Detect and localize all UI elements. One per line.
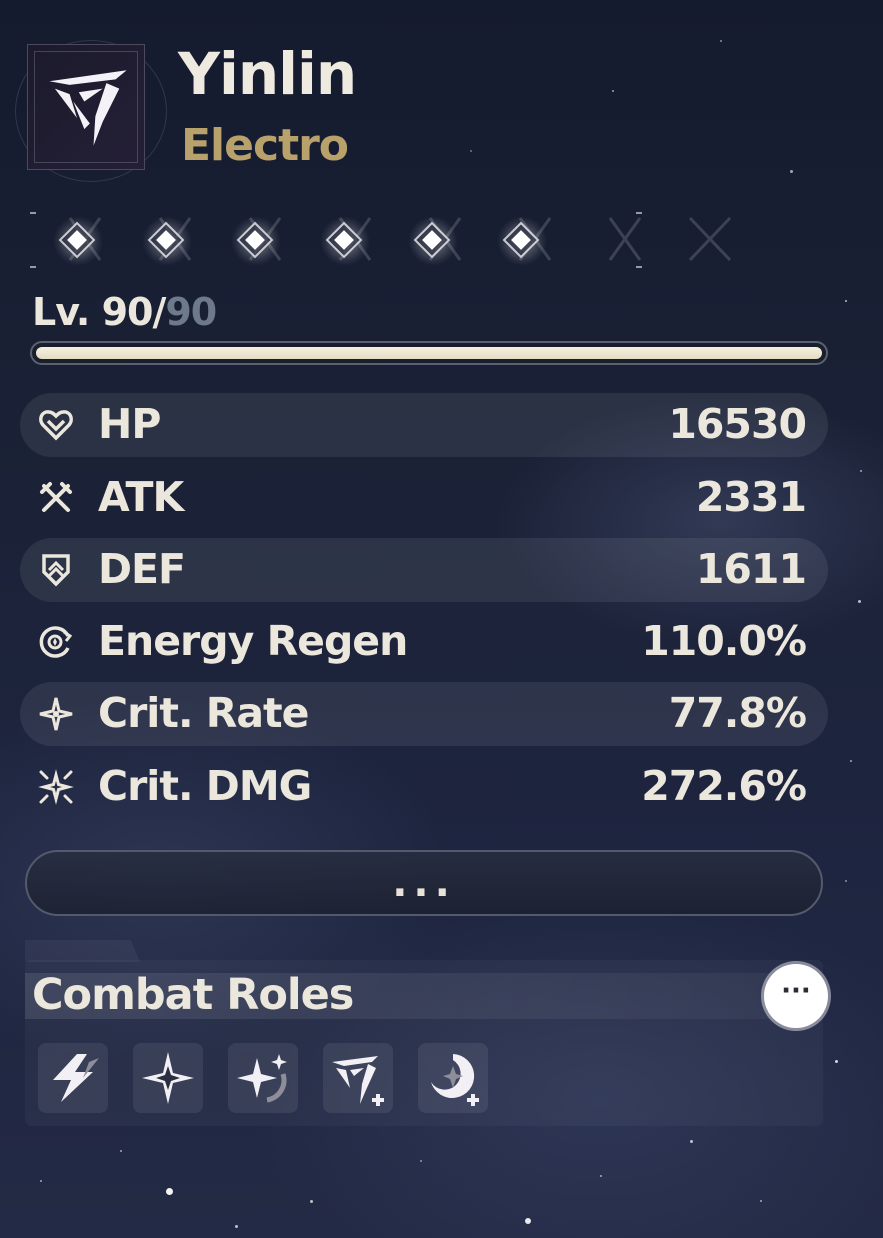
- combat-role-3[interactable]: [228, 1043, 298, 1113]
- sequence-pattern: [68, 216, 732, 262]
- more-icon: ···: [781, 976, 811, 1006]
- stat-row-atk: ATK 2331: [20, 466, 828, 530]
- crossed-swords-icon: [40, 482, 72, 512]
- emblem-plus-role-icon: [332, 1056, 384, 1106]
- level-separator: /: [152, 290, 166, 334]
- stat-label: ATK: [98, 473, 184, 521]
- electro-burst-role-icon: [53, 1054, 99, 1102]
- stat-row-crit-rate: Crit. Rate 77.8%: [20, 682, 828, 746]
- character-element: Electro: [181, 120, 349, 171]
- more-stats-label: ...: [392, 860, 456, 906]
- level-current: 90: [101, 290, 154, 334]
- stat-row-def: DEF 1611: [20, 538, 828, 602]
- stat-value: 2331: [695, 473, 807, 521]
- stat-row-hp: HP 16530: [20, 393, 828, 457]
- stat-label: HP: [98, 400, 161, 448]
- stat-value: 1611: [695, 545, 807, 593]
- combat-roles-info-button[interactable]: ···: [764, 964, 828, 1028]
- stat-row-crit-dmg: Crit. DMG 272.6%: [20, 755, 828, 819]
- sequence-node-1[interactable]: [53, 216, 103, 266]
- sequence-node-3[interactable]: [231, 216, 281, 266]
- stat-value: 110.0%: [641, 617, 807, 665]
- combat-role-1[interactable]: [38, 1043, 108, 1113]
- stat-label: DEF: [98, 545, 186, 593]
- stat-value: 16530: [668, 400, 807, 448]
- sparkle-swirl-role-icon: [237, 1054, 287, 1103]
- more-stats-button[interactable]: ...: [25, 850, 823, 916]
- energy-regen-icon: [39, 626, 73, 658]
- heart-icon: [39, 410, 73, 441]
- swirl-plus-role-icon: [431, 1054, 479, 1106]
- combat-role-4[interactable]: [323, 1043, 393, 1113]
- combat-role-2[interactable]: [133, 1043, 203, 1113]
- stat-label: Energy Regen: [98, 617, 408, 665]
- character-name: Yinlin: [178, 40, 357, 108]
- stat-label: Crit. Rate: [98, 689, 309, 737]
- level-readout: Lv. 90/90: [32, 290, 217, 334]
- sequence-node-2[interactable]: [142, 216, 192, 266]
- stat-value: 272.6%: [641, 762, 807, 810]
- sequence-tick: [30, 212, 36, 214]
- combat-role-5[interactable]: [418, 1043, 488, 1113]
- level-progress-fill: [36, 347, 822, 359]
- shield-icon: [42, 554, 70, 587]
- sequence-node-5[interactable]: [408, 216, 458, 266]
- stat-value: 77.8%: [668, 689, 807, 737]
- combat-roles-title: Combat Roles: [32, 970, 354, 1020]
- crit-rate-icon: [39, 697, 73, 731]
- level-max: 90: [165, 290, 217, 334]
- sequence-node-6[interactable]: [497, 216, 547, 266]
- sequence-tick: [636, 266, 642, 268]
- electro-emblem-icon: [49, 70, 127, 146]
- stat-row-energy-regen: Energy Regen 110.0%: [20, 610, 828, 674]
- element-emblem: [27, 44, 145, 170]
- crit-dmg-icon: [38, 769, 74, 805]
- level-progress-bar: [30, 341, 828, 365]
- roles-panel-tab: [25, 940, 140, 962]
- star-burst-role-icon: [142, 1052, 194, 1104]
- stat-label: Crit. DMG: [98, 762, 312, 810]
- level-prefix: Lv.: [32, 290, 102, 334]
- sequence-tick: [30, 266, 36, 268]
- sequence-node-4[interactable]: [320, 216, 370, 266]
- sequence-tick: [636, 212, 642, 214]
